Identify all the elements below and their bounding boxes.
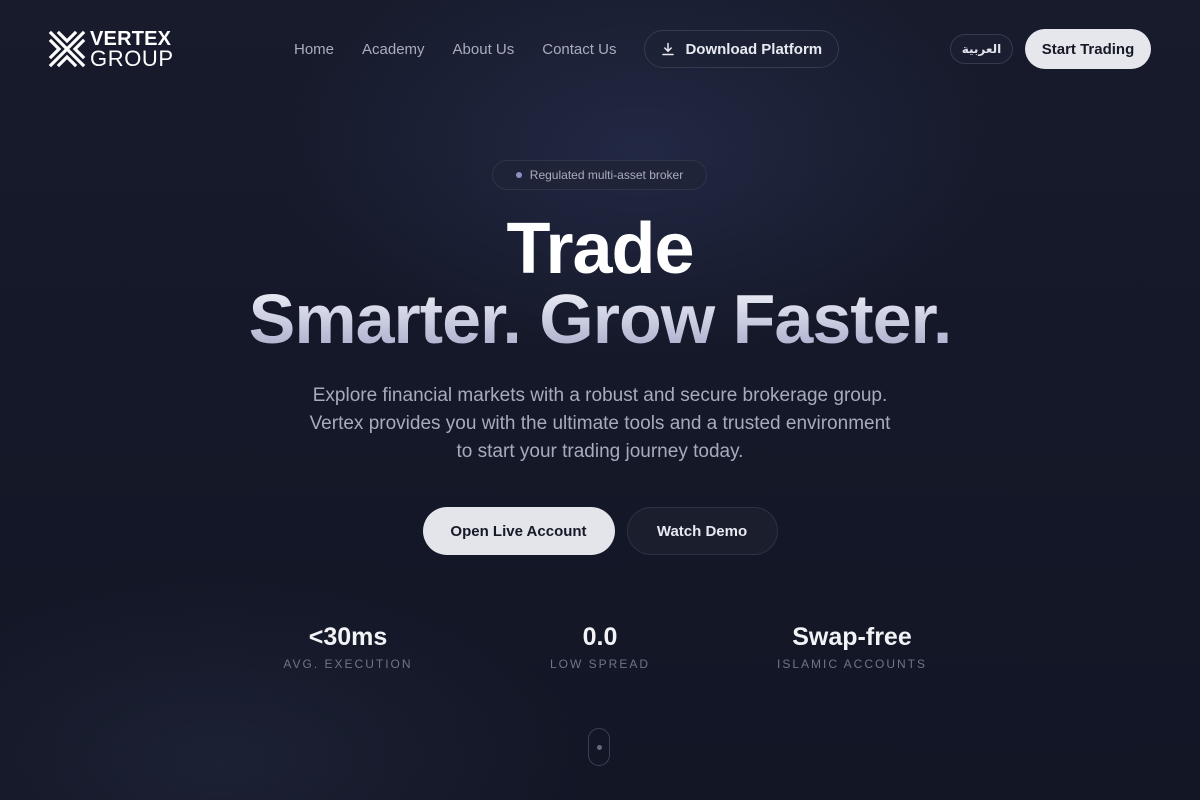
stat-value: <30ms — [308, 623, 388, 651]
download-icon — [662, 42, 675, 56]
headline-line-1: Trade — [506, 209, 694, 289]
nav-link-about-us[interactable]: About Us — [453, 41, 515, 58]
badge-label: Regulated multi-asset broker — [529, 168, 684, 182]
scroll-dot-icon — [596, 744, 602, 750]
stat-execution: <30ms Avg. Execution — [228, 620, 468, 671]
language-toggle-button[interactable]: العربية — [950, 34, 1013, 64]
stat-label: Avg. Execution — [283, 657, 413, 671]
headline-line-2: Smarter. Grow Faster. — [0, 284, 1200, 354]
start-trading-button[interactable]: Start Trading — [1025, 29, 1151, 69]
main-nav: Home Academy About Us Contact Us Downloa… — [294, 30, 840, 68]
brand-name-line2: GROUP — [90, 45, 174, 71]
landing-page: VERTEX GROUP Home Academy About Us Conta… — [0, 0, 1200, 800]
brand-logo[interactable]: VERTEX GROUP — [48, 29, 174, 70]
nav-link-academy[interactable]: Academy — [362, 41, 425, 58]
regulation-badge: Regulated multi-asset broker — [492, 160, 707, 190]
vertex-logo-icon — [48, 30, 86, 68]
site-header: VERTEX GROUP Home Academy About Us Conta… — [0, 0, 1200, 100]
stat-value: 0.0 — [582, 623, 618, 651]
download-platform-label: Download Platform — [685, 40, 823, 58]
brand-wordmark: VERTEX GROUP — [90, 29, 174, 70]
download-platform-button[interactable]: Download Platform — [644, 30, 840, 68]
stat-label: Islamic Accounts — [776, 657, 928, 671]
stat-islamic-accounts: Swap-free Islamic Accounts — [732, 620, 972, 671]
hero-headline: Trade Smarter. Grow Faster. — [0, 209, 1200, 354]
badge-dot-icon — [515, 172, 522, 178]
nav-link-contact-us[interactable]: Contact Us — [542, 41, 616, 58]
nav-link-home[interactable]: Home — [294, 41, 334, 58]
watch-demo-button[interactable]: Watch Demo — [626, 507, 778, 555]
hero-cta-group: Open Live Account Watch Demo — [0, 507, 1200, 555]
stats-row: <30ms Avg. Execution 0.0 Low Spread Swap… — [0, 620, 1200, 680]
scroll-down-indicator[interactable] — [588, 728, 610, 766]
stat-spread: 0.0 Low Spread — [480, 620, 720, 671]
hero-description: Explore financial markets with a robust … — [309, 385, 891, 462]
stat-value: Swap-free — [792, 623, 912, 651]
stat-label: Low Spread — [549, 657, 650, 671]
open-live-account-button[interactable]: Open Live Account — [422, 507, 615, 555]
